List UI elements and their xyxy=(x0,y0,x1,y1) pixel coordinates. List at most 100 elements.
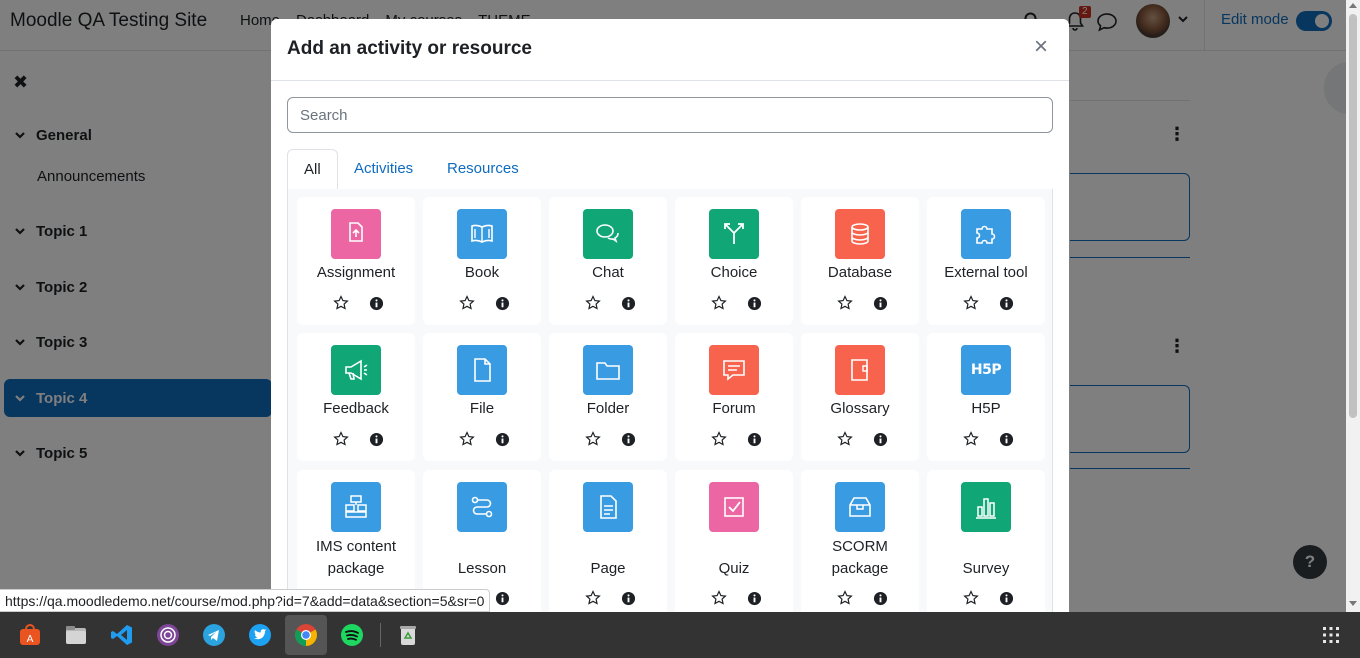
activity-tile[interactable]: Book xyxy=(423,197,541,325)
show-apps-icon[interactable] xyxy=(1323,627,1339,643)
info-icon[interactable] xyxy=(495,296,510,311)
activity-tile[interactable]: Feedback xyxy=(297,333,415,461)
telegram-icon[interactable] xyxy=(202,623,226,647)
chrome-icon[interactable] xyxy=(294,623,318,647)
activity-name[interactable]: Page xyxy=(549,558,667,580)
star-icon[interactable] xyxy=(585,590,601,606)
database-icon[interactable] xyxy=(835,209,885,259)
activity-name[interactable]: External tool xyxy=(927,262,1045,284)
star-icon[interactable] xyxy=(585,295,601,311)
activity-tile[interactable]: Database xyxy=(801,197,919,325)
info-icon[interactable] xyxy=(621,296,636,311)
activity-name[interactable]: Forum xyxy=(675,398,793,420)
close-icon[interactable]: × xyxy=(1034,35,1048,59)
files-icon[interactable] xyxy=(64,623,88,647)
info-icon[interactable] xyxy=(369,296,384,311)
h5p-icon[interactable]: H5P xyxy=(961,345,1011,395)
activity-name[interactable]: Quiz xyxy=(675,558,793,580)
activity-name[interactable]: Folder xyxy=(549,398,667,420)
star-icon[interactable] xyxy=(585,431,601,447)
activity-name[interactable]: Database xyxy=(801,262,919,284)
activity-name[interactable]: Glossary xyxy=(801,398,919,420)
info-icon[interactable] xyxy=(999,432,1014,447)
activity-name[interactable]: Lesson xyxy=(423,558,541,580)
activity-tile[interactable]: Forum xyxy=(675,333,793,461)
star-icon[interactable] xyxy=(711,590,727,606)
activity-tile[interactable]: Chat xyxy=(549,197,667,325)
star-icon[interactable] xyxy=(963,590,979,606)
trash-icon[interactable] xyxy=(396,623,420,647)
activity-name[interactable]: File xyxy=(423,398,541,420)
star-icon[interactable] xyxy=(963,431,979,447)
chat-icon[interactable] xyxy=(583,209,633,259)
info-icon[interactable] xyxy=(873,296,888,311)
info-icon[interactable] xyxy=(873,591,888,606)
activity-tile[interactable]: External tool xyxy=(927,197,1045,325)
activity-name[interactable]: IMS content package xyxy=(297,536,415,580)
star-icon[interactable] xyxy=(711,431,727,447)
info-icon[interactable] xyxy=(495,432,510,447)
activity-name[interactable]: Choice xyxy=(675,262,793,284)
info-icon[interactable] xyxy=(999,296,1014,311)
star-icon[interactable] xyxy=(711,295,727,311)
tab-activities[interactable]: Activities xyxy=(338,149,429,190)
activity-name[interactable]: Assignment xyxy=(297,262,415,284)
vscode-icon[interactable] xyxy=(110,623,134,647)
activity-tile[interactable]: Glossary xyxy=(801,333,919,461)
book-icon[interactable] xyxy=(457,209,507,259)
page-icon[interactable] xyxy=(583,482,633,532)
folder-icon[interactable] xyxy=(583,345,633,395)
activity-tile[interactable]: Assignment xyxy=(297,197,415,325)
megaphone-icon[interactable] xyxy=(331,345,381,395)
activity-name[interactable]: Survey xyxy=(927,558,1045,580)
activity-name[interactable]: Chat xyxy=(549,262,667,284)
activity-tile[interactable]: H5P H5P xyxy=(927,333,1045,461)
scroll-up-arrow-icon[interactable] xyxy=(1349,3,1357,8)
forum-icon[interactable] xyxy=(709,345,759,395)
puzzle-icon[interactable] xyxy=(961,209,1011,259)
info-icon[interactable] xyxy=(747,591,762,606)
lesson-icon[interactable] xyxy=(457,482,507,532)
search-input[interactable] xyxy=(287,97,1053,133)
star-icon[interactable] xyxy=(459,431,475,447)
info-icon[interactable] xyxy=(747,432,762,447)
star-icon[interactable] xyxy=(963,295,979,311)
info-icon[interactable] xyxy=(999,591,1014,606)
spotify-icon[interactable] xyxy=(340,623,364,647)
scroll-down-arrow-icon[interactable] xyxy=(1349,601,1357,606)
activity-tile[interactable]: File xyxy=(423,333,541,461)
software-center-icon[interactable]: A xyxy=(18,623,42,647)
star-icon[interactable] xyxy=(837,295,853,311)
quiz-icon[interactable] xyxy=(709,482,759,532)
info-icon[interactable] xyxy=(747,296,762,311)
info-icon[interactable] xyxy=(621,432,636,447)
activity-tile[interactable]: Choice xyxy=(675,197,793,325)
star-icon[interactable] xyxy=(837,590,853,606)
activity-name[interactable]: Feedback xyxy=(297,398,415,420)
activity-tile[interactable]: Page xyxy=(549,470,667,619)
file-icon[interactable] xyxy=(457,345,507,395)
ims-icon[interactable] xyxy=(331,482,381,532)
info-icon[interactable] xyxy=(495,591,510,606)
survey-icon[interactable] xyxy=(961,482,1011,532)
activity-name[interactable]: SCORM package xyxy=(801,536,919,580)
page-scrollbar[interactable] xyxy=(1346,0,1360,612)
activity-tile[interactable]: Folder xyxy=(549,333,667,461)
scorm-icon[interactable] xyxy=(835,482,885,532)
star-icon[interactable] xyxy=(459,295,475,311)
tor-browser-icon[interactable] xyxy=(156,623,180,647)
tab-all[interactable]: All xyxy=(287,149,338,190)
info-icon[interactable] xyxy=(369,432,384,447)
glossary-icon[interactable] xyxy=(835,345,885,395)
twitter-icon[interactable] xyxy=(248,623,272,647)
assignment-icon[interactable] xyxy=(331,209,381,259)
info-icon[interactable] xyxy=(621,591,636,606)
activity-tile[interactable]: SCORM package xyxy=(801,470,919,619)
star-icon[interactable] xyxy=(837,431,853,447)
star-icon[interactable] xyxy=(333,431,349,447)
info-icon[interactable] xyxy=(873,432,888,447)
activity-tile[interactable]: Survey xyxy=(927,470,1045,619)
choice-icon[interactable] xyxy=(709,209,759,259)
scrollbar-thumb[interactable] xyxy=(1349,14,1357,418)
activity-name[interactable]: Book xyxy=(423,262,541,284)
